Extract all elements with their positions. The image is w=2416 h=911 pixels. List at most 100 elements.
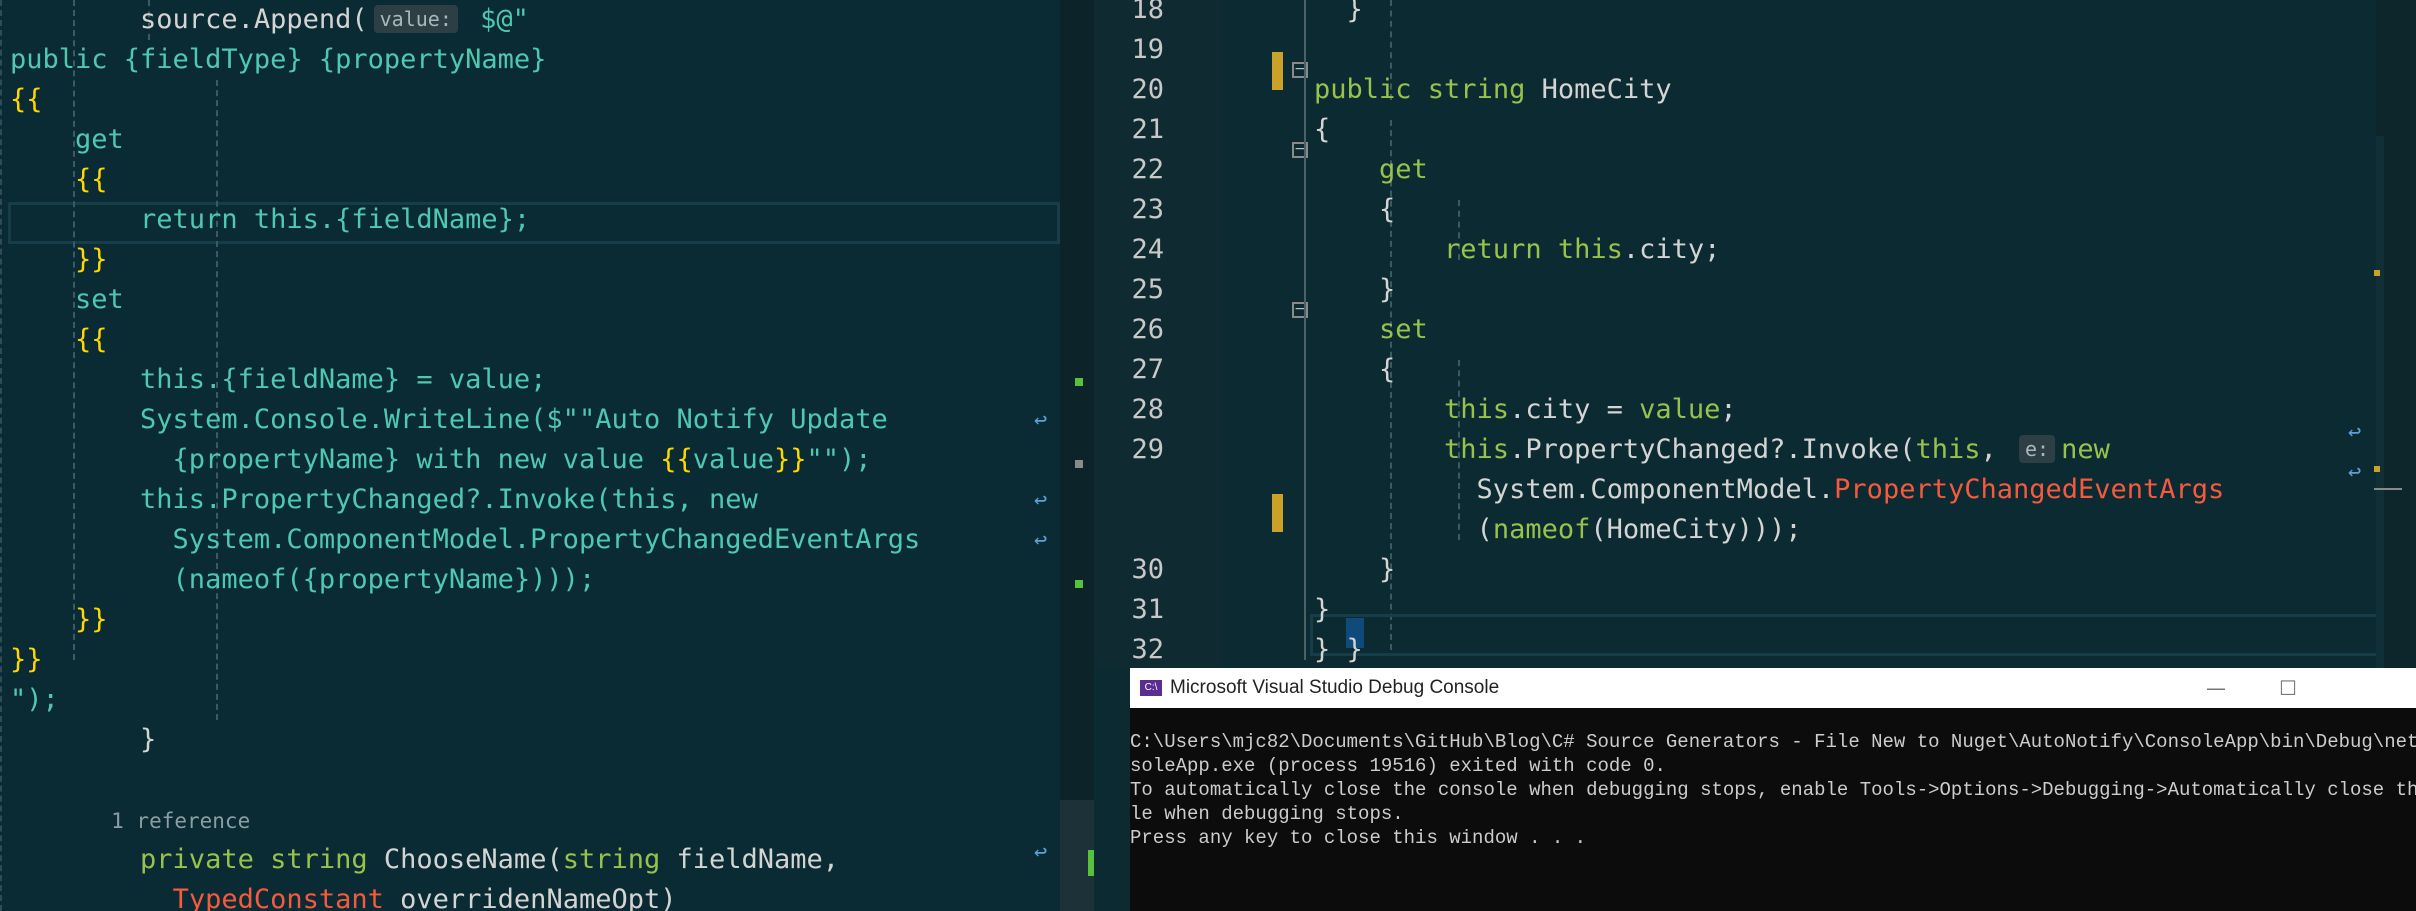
word-wrap-icon: ↩ <box>2348 460 2362 485</box>
code-line[interactable] <box>1314 30 2394 70</box>
code-token: System.ComponentModel. <box>1314 474 1835 505</box>
code-line[interactable]: "); <box>10 680 1040 720</box>
word-wrap-icon: ↩ <box>1034 408 1048 433</box>
code-line[interactable]: {{ <box>10 320 1040 360</box>
code-token: {{ <box>10 84 43 115</box>
code-line[interactable]: source.Append(value: $@" <box>10 0 1040 40</box>
scroll-marker <box>1075 460 1083 468</box>
console-line: C:\Users\mjc82\Documents\GitHub\Blog\C# … <box>1130 731 2416 753</box>
code-token: } <box>10 724 157 755</box>
left-code-editor[interactable]: source.Append(value: $@" public {fieldTyp… <box>0 0 1060 911</box>
code-token: string <box>270 844 384 875</box>
code-line[interactable]: }} <box>10 600 1040 640</box>
code-token: } <box>1314 554 1396 585</box>
console-app-icon: C:\ <box>1140 680 1162 696</box>
code-token: $@" <box>463 4 529 35</box>
console-line: Press any key to close this window . . . <box>1130 827 1587 849</box>
outline-line <box>1304 0 1306 660</box>
code-line[interactable]: set <box>1314 310 2394 350</box>
code-line[interactable]: private string ChooseName(string fieldNa… <box>10 840 1040 880</box>
code-line[interactable]: return this.{fieldName}; <box>10 200 1040 240</box>
console-title: Microsoft Visual Studio Debug Console <box>1170 677 1500 698</box>
maximize-button[interactable]: ☐ <box>2258 668 2318 708</box>
code-line[interactable]: } <box>1314 550 2394 590</box>
code-token: .PropertyChanged?.Invoke( <box>1509 434 1916 465</box>
code-token: public {fieldType} {propertyName} <box>10 44 547 75</box>
code-line[interactable]: } } <box>1314 630 2394 670</box>
code-token: string <box>562 844 677 875</box>
code-line[interactable]: }} <box>10 640 1040 680</box>
code-line[interactable]: this.PropertyChanged?.Invoke(this, new <box>10 480 1040 520</box>
code-line[interactable]: System.ComponentModel.PropertyChangedEve… <box>1314 470 2394 510</box>
code-token: { <box>1314 114 1331 145</box>
line-number: 25 <box>1131 274 1164 305</box>
change-indicator <box>1272 52 1283 90</box>
code-line[interactable]: {{ <box>10 160 1040 200</box>
code-line[interactable]: get <box>10 120 1040 160</box>
code-line[interactable] <box>10 760 1040 800</box>
code-line[interactable]: 1 reference <box>10 800 1040 840</box>
code-token: this <box>1557 234 1623 265</box>
code-token: } <box>1314 274 1396 305</box>
code-token: return this.{fieldName}; <box>10 204 531 235</box>
code-token: {{ <box>660 444 693 475</box>
code-token: 1 reference <box>10 809 251 833</box>
code-token: this.{fieldName} = value; <box>10 364 547 395</box>
code-line[interactable]: this.city = value; <box>1314 390 2394 430</box>
code-line[interactable]: public string HomeCity <box>1314 70 2394 110</box>
code-line[interactable]: set <box>10 280 1040 320</box>
code-token: System.ComponentModel.PropertyChangedEve… <box>10 524 921 555</box>
code-line[interactable]: } <box>1314 0 2394 30</box>
line-number: 18 <box>1131 0 1164 25</box>
code-line[interactable]: } <box>1314 590 2394 630</box>
code-token: }} <box>774 444 807 475</box>
code-token: TypedConstant <box>172 884 401 911</box>
code-token: .city; <box>1622 234 1721 265</box>
code-token: HomeCity <box>1541 74 1672 105</box>
change-marker <box>1075 580 1083 588</box>
code-token: }} <box>10 644 43 675</box>
code-line[interactable]: get <box>1314 150 2394 190</box>
code-line[interactable]: } <box>10 720 1040 760</box>
code-line[interactable]: }} <box>10 240 1040 280</box>
code-token: System.Console.WriteLine($""Auto Notify … <box>10 404 888 435</box>
code-line[interactable]: System.ComponentModel.PropertyChangedEve… <box>10 520 1040 560</box>
word-wrap-icon: ↩ <box>1034 840 1048 865</box>
inline-parameter-hint: e: <box>2019 435 2056 463</box>
code-token: private <box>10 844 271 875</box>
minimize-button[interactable]: — <box>2186 668 2246 708</box>
scrollbar-thumb[interactable] <box>2376 136 2384 668</box>
code-token: (HomeCity))); <box>1590 514 1802 545</box>
code-line[interactable]: public {fieldType} {propertyName} <box>10 40 1040 80</box>
code-line[interactable]: return this.city; <box>1314 230 2394 270</box>
code-line[interactable]: (nameof({propertyName}))); <box>10 560 1040 600</box>
code-token: ""); <box>806 444 872 475</box>
code-line[interactable]: this.PropertyChanged?.Invoke(this, e: new <box>1314 430 2394 470</box>
code-token: get <box>1314 154 1428 185</box>
code-token: ; <box>1720 394 1737 425</box>
code-token: fieldName, <box>676 844 840 875</box>
console-titlebar[interactable]: C:\ Microsoft Visual Studio Debug Consol… <box>1130 668 2416 708</box>
code-line[interactable]: this.{fieldName} = value; <box>10 360 1040 400</box>
console-line: le when debugging stops. <box>1130 803 1404 825</box>
line-number: 30 <box>1131 554 1164 585</box>
code-line[interactable]: { <box>1314 190 2394 230</box>
code-line[interactable]: { <box>1314 110 2394 150</box>
code-line[interactable]: { <box>1314 350 2394 390</box>
debug-console-window[interactable]: C:\ Microsoft Visual Studio Debug Consol… <box>1130 668 2416 911</box>
code-token: return <box>1314 234 1558 265</box>
code-token: {{ <box>10 324 108 355</box>
word-wrap-icon: ↩ <box>1034 528 1048 553</box>
code-line[interactable]: } <box>1314 270 2394 310</box>
code-line[interactable]: {{ <box>10 80 1040 120</box>
code-token: nameof <box>1492 514 1591 545</box>
code-token: this <box>1314 394 1510 425</box>
line-number: 23 <box>1131 194 1164 225</box>
code-token: set <box>1314 314 1428 345</box>
code-line[interactable]: {propertyName} with new value {{value}}"… <box>10 440 1040 480</box>
code-line[interactable]: TypedConstant overridenNameOpt) <box>10 880 1040 911</box>
editor-splitter[interactable] <box>1060 0 1094 911</box>
code-line[interactable]: (nameof(HomeCity))); <box>1314 510 2394 550</box>
code-line[interactable]: System.Console.WriteLine($""Auto Notify … <box>10 400 1040 440</box>
